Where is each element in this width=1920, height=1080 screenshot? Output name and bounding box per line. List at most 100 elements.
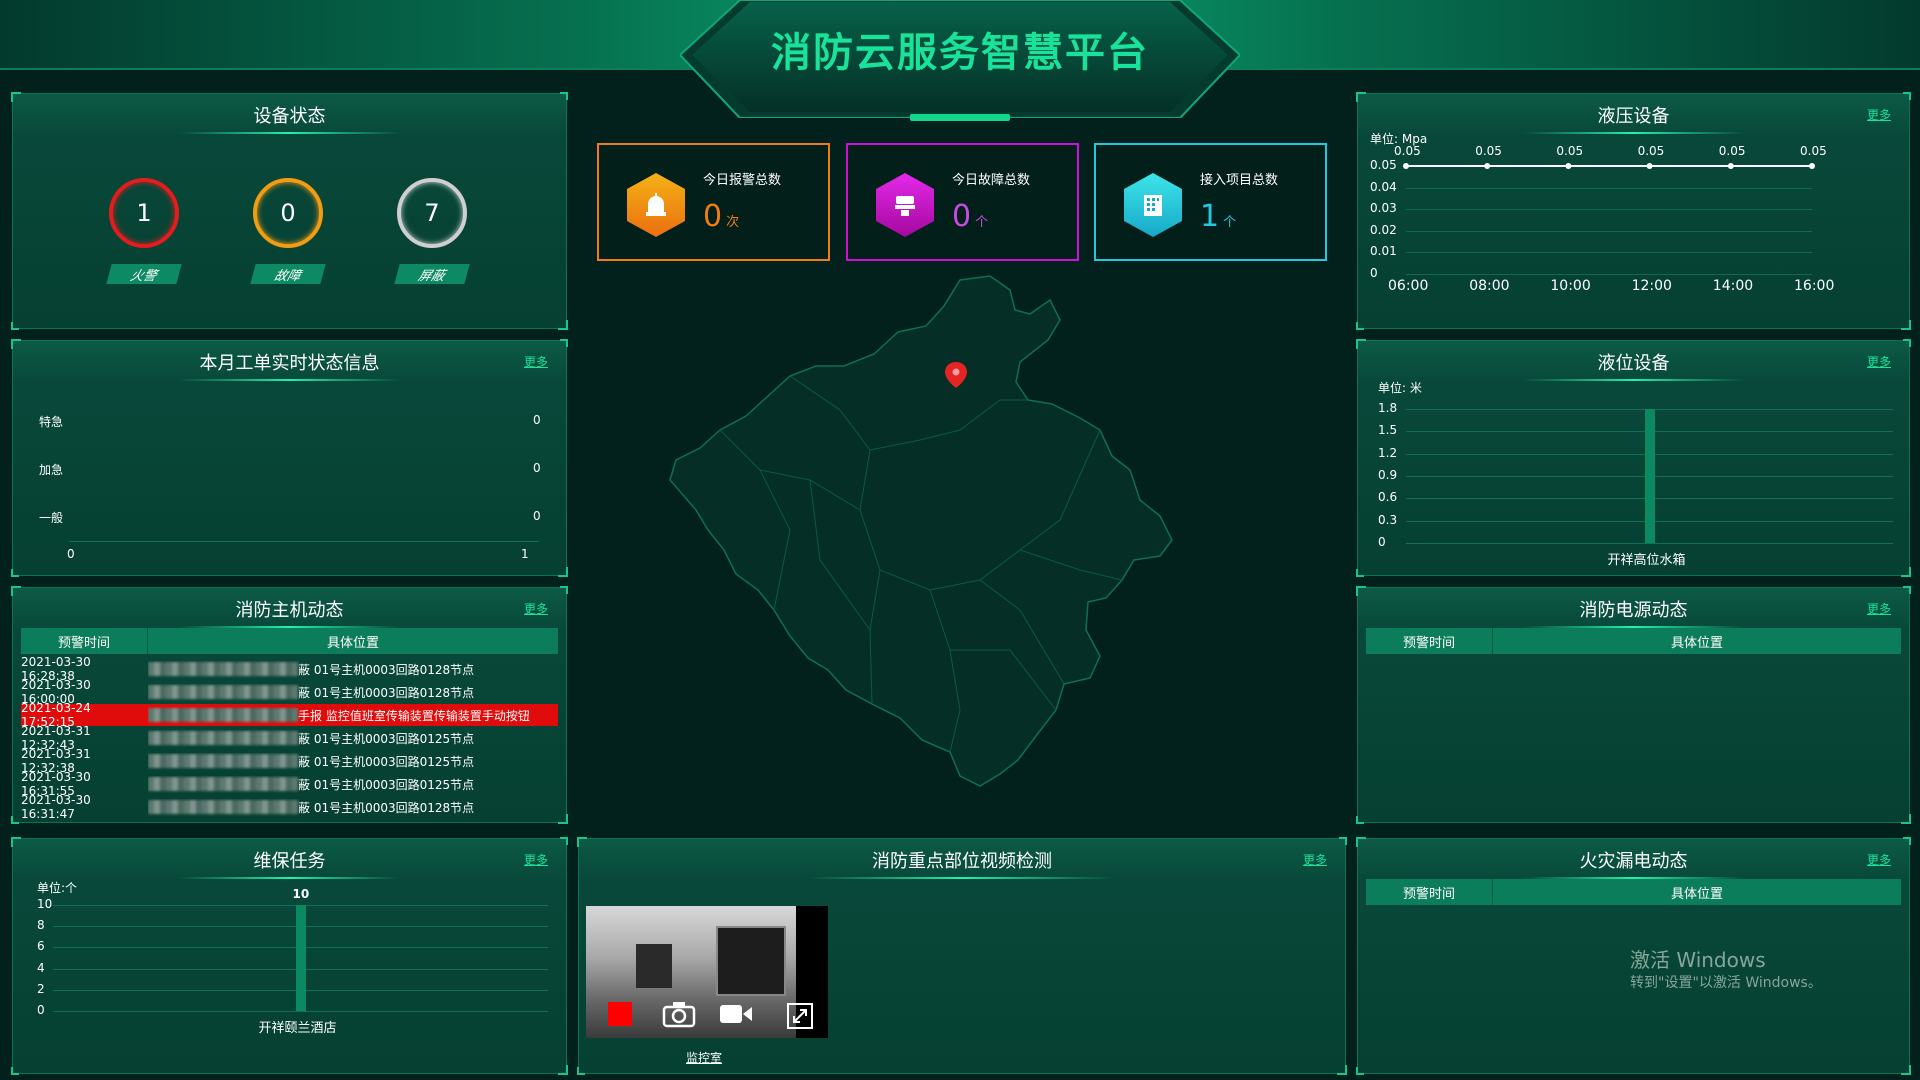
stat-value: 0次 [703,199,739,234]
priority-label: 加急 [39,463,64,477]
table-header: 预警时间 具体位置 [1366,628,1901,654]
data-label: 0.05 [1718,144,1746,158]
redacted-text [148,708,298,722]
stat-number: 1 [1200,199,1220,234]
data-label: 0.05 [1556,144,1584,158]
bar[interactable] [295,905,306,1011]
table-row[interactable]: 2021-03-30 16:31:55 蔽 01号主机0003回路0125节点 [21,770,558,798]
y-tick: 0 [37,1003,45,1017]
record-indicator-icon[interactable] [608,1002,632,1026]
row-location: 蔽 01号主机0003回路0128节点 [148,799,558,816]
column-header-location[interactable]: 具体位置 [1493,879,1901,905]
x-tick: 14:00 [1712,278,1754,294]
y-tick: 0 [1378,535,1386,549]
fault-count[interactable]: 0 [253,178,323,248]
y-tick: 6 [37,939,45,954]
data-label: 0.05 [1475,144,1502,158]
maintenance-panel: 维保任务 更多 单位:个 0 2 4 6 8 10 10 开祥颐兰酒店 [11,837,568,1075]
data-point[interactable] [1646,163,1653,169]
camera-feed[interactable] [586,906,828,1038]
y-tick: 8 [37,918,45,933]
location-text: 蔽 01号主机0003回路0125节点 [298,777,475,792]
alarm-total-card[interactable]: 今日报警总数 0次 [597,143,830,261]
windows-activation-hint: 转到"设置"以激活 Windows。 [1630,975,1822,991]
row-location: 蔽 01号主机0003回路0128节点 [148,684,558,701]
data-point[interactable] [1565,163,1572,169]
more-link[interactable]: 更多 [1867,353,1891,370]
x-tick: 1 [521,547,529,561]
table-row[interactable]: 2021-03-30 16:31:47 蔽 01号主机0003回路0128节点 [21,793,558,821]
camera-caption[interactable]: 监控室 [686,1049,722,1066]
column-header-location[interactable]: 具体位置 [148,628,558,654]
table-row[interactable]: 2021-03-31 12:32:38 蔽 01号主机0003回路0125节点 [21,747,558,775]
grid-line [53,1011,548,1012]
line-chart-svg [1403,163,1815,169]
camera-snapshot-icon[interactable] [662,1000,696,1028]
priority-value: 0 [533,509,541,523]
more-link[interactable]: 更多 [524,851,548,868]
camera-scene-object [716,926,786,996]
y-tick: 1.2 [1378,445,1398,460]
column-header-time[interactable]: 预警时间 [1366,628,1493,654]
priority-label: 特急 [39,415,64,429]
data-point[interactable] [1727,163,1734,169]
fault-icon [876,173,934,237]
x-tick: 06:00 [1388,278,1429,294]
windows-activation-watermark: 激活 Windows [1630,948,1766,972]
location-text: 蔽 01号主机0003回路0128节点 [298,685,475,700]
title-accent-bar [910,114,1010,121]
redacted-text [148,662,298,676]
table-row[interactable]: 2021-03-31 12:32:43 蔽 01号主机0003回路0125节点 [21,724,558,752]
redacted-text [148,685,298,699]
page-title: 消防云服务智慧平台 [771,30,1149,76]
column-header-time[interactable]: 预警时间 [1366,879,1493,905]
more-link[interactable]: 更多 [1303,851,1327,868]
stat-label: 今日故障总数 [952,173,1031,188]
table-header: 预警时间 具体位置 [1366,879,1901,905]
province-map[interactable] [660,270,1230,810]
priority-label: 一般 [39,511,64,525]
status-value: 0 [280,199,296,227]
project-total-card[interactable]: 接入项目总数 1个 [1094,143,1327,261]
table-row[interactable]: 2021-03-24 17:52:15 手报 监控值班室传输装置传输装置手动按钮 [21,701,558,729]
column-header-location[interactable]: 具体位置 [1493,628,1901,654]
grid-line [1406,543,1893,544]
redacted-text [148,777,298,791]
column-header-time[interactable]: 预警时间 [21,628,148,654]
status-tag-fire: 火警 [106,264,182,284]
data-point[interactable] [1484,163,1491,169]
y-tick: 1.8 [1378,401,1398,415]
table-row[interactable]: 2021-03-30 16:28:38 蔽 01号主机0003回路0128节点 [21,655,558,683]
unit-label: 单位:个 [37,881,78,895]
shield-count[interactable]: 7 [397,178,467,248]
data-point[interactable] [1403,163,1409,169]
table-header: 预警时间 具体位置 [21,628,558,654]
more-link[interactable]: 更多 [524,353,548,370]
panel-title: 火灾漏电动态 [1579,851,1688,872]
more-link[interactable]: 更多 [1867,851,1891,868]
title-underline [808,877,1116,879]
y-tick: 2 [37,981,45,996]
fault-total-card[interactable]: 今日故障总数 0个 [846,143,1079,261]
more-link[interactable]: 更多 [524,600,548,617]
row-location: 蔽 01号主机0003回路0125节点 [148,776,558,793]
more-link[interactable]: 更多 [1867,600,1891,617]
location-text: 蔽 01号主机0003回路0125节点 [298,731,475,746]
fullscreen-icon[interactable] [786,1002,814,1030]
data-point[interactable] [1809,163,1815,169]
row-location: 蔽 01号主机0003回路0125节点 [148,730,558,747]
y-tick: 0.3 [1378,512,1398,527]
video-record-icon[interactable] [718,1002,754,1026]
row-time: 2021-03-30 16:31:47 [21,793,91,821]
fire-alarm-count[interactable]: 1 [109,178,179,248]
host-dynamics-panel: 消防主机动态 更多 预警时间 具体位置 2021-03-30 16:28:38 蔽… [11,586,568,824]
work-orders-panel: 本月工单实时状态信息 更多 特急 0 加急 0 一般 0 0 1 [11,339,568,577]
title-underline [178,132,401,134]
x-tick: 开祥高位水箱 [1607,553,1686,568]
table-row[interactable]: 2021-03-30 16:00:00 蔽 01号主机0003回路0128节点 [21,678,558,706]
panel-title: 设备状态 [253,106,326,127]
x-tick: 08:00 [1469,278,1510,294]
bar[interactable] [1644,409,1655,543]
data-label: 0.05 [1394,144,1421,158]
status-tag-fault: 故障 [250,264,326,284]
